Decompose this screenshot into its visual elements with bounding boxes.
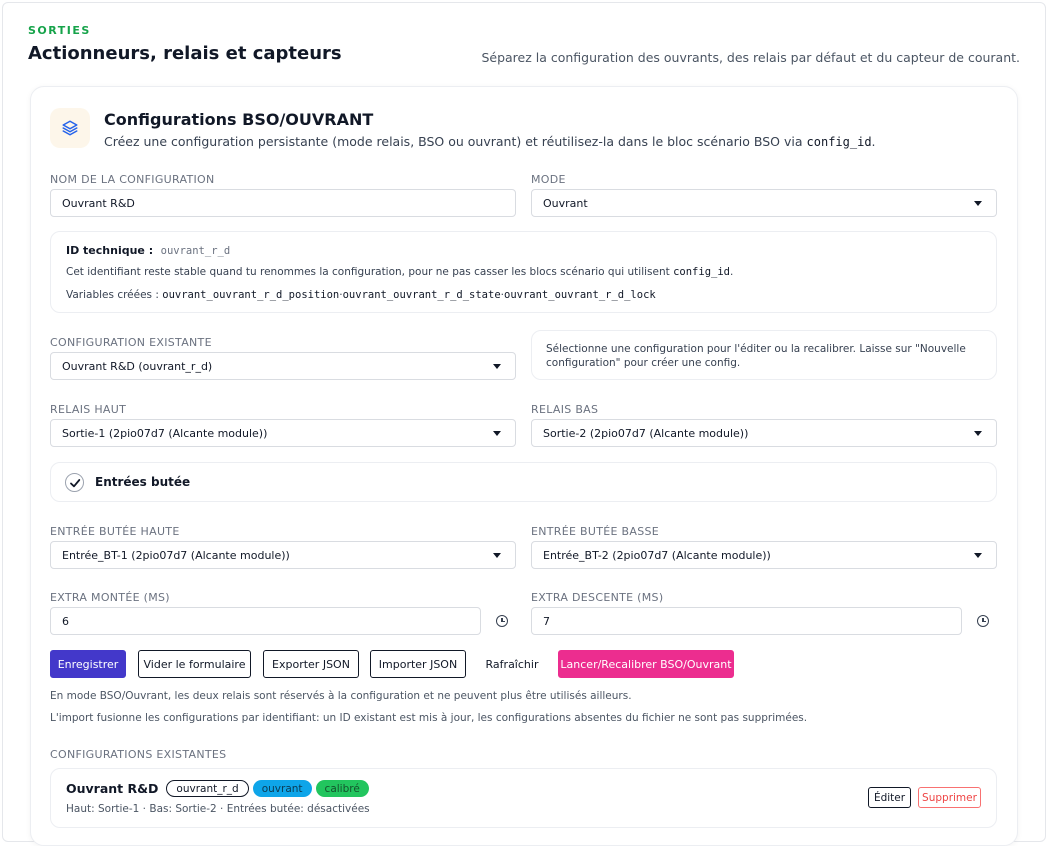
- existing-config-select[interactable]: Ouvrant R&D (ouvrant_r_d): [50, 352, 516, 380]
- tech-id-note: Cet identifiant reste stable quand tu re…: [66, 266, 733, 278]
- clear-form-button[interactable]: Vider le formulaire: [138, 650, 251, 678]
- tech-id-value: ouvrant_r_d: [160, 245, 231, 257]
- chevron-down-icon: [974, 553, 982, 558]
- clock-icon[interactable]: [977, 615, 989, 627]
- variables-row: Variables créées : ouvrant_ouvrant_r_d_p…: [66, 289, 656, 301]
- export-json-button[interactable]: Exporter JSON: [263, 650, 359, 678]
- section-description: Séparez la configuration des ouvrants, d…: [481, 50, 1020, 65]
- delete-button[interactable]: Supprimer: [918, 787, 981, 808]
- edit-button[interactable]: Éditer: [868, 787, 911, 808]
- config-item-details: Haut: Sortie-1 · Bas: Sortie-2 · Entrées…: [66, 803, 370, 815]
- relay-down-select[interactable]: Sortie-2 (2pio07d7 (Alcante module)): [531, 419, 997, 447]
- relay-down-value: Sortie-2 (2pio07d7 (Alcante module)): [543, 426, 749, 440]
- card-subtitle-end: .: [871, 134, 876, 149]
- tech-id-label: ID technique :: [66, 244, 154, 257]
- variables-label: Variables créées :: [66, 289, 159, 301]
- existing-config-value: Ouvrant R&D (ouvrant_r_d): [62, 359, 213, 373]
- existing-config-label: CONFIGURATION EXISTANTE: [50, 336, 212, 349]
- limit-down-value: Entrée_BT-2 (2pio07d7 (Alcante module)): [543, 548, 771, 562]
- relay-down-label: RELAIS BAS: [531, 403, 599, 416]
- existing-list-label: CONFIGURATIONS EXISTANTES: [50, 748, 227, 761]
- tech-id-row: ID technique : ouvrant_r_d: [66, 244, 230, 257]
- mode-select[interactable]: Ouvrant: [531, 189, 997, 217]
- chevron-down-icon: [974, 431, 982, 436]
- limit-up-value: Entrée_BT-1 (2pio07d7 (Alcante module)): [62, 548, 290, 562]
- import-json-button[interactable]: Importer JSON: [370, 650, 466, 678]
- variable-position: ouvrant_ouvrant_r_d_position: [162, 289, 340, 301]
- existing-config-help: Sélectionne une configuration pour l'édi…: [546, 343, 966, 369]
- limit-down-select[interactable]: Entrée_BT-2 (2pio07d7 (Alcante module)): [531, 541, 997, 569]
- mode-tag: ouvrant: [252, 780, 312, 797]
- section-tag: SORTIES: [28, 24, 91, 37]
- extra-up-input[interactable]: 6: [50, 607, 481, 635]
- relay-up-value: Sortie-1 (2pio07d7 (Alcante module)): [62, 426, 268, 440]
- config-item-name: Ouvrant R&D: [66, 781, 159, 796]
- card-subtitle-code: config_id: [806, 135, 872, 149]
- save-button[interactable]: Enregistrer: [50, 650, 126, 678]
- clock-icon[interactable]: [496, 615, 508, 627]
- config-id-tag: ouvrant_r_d: [166, 780, 249, 797]
- tech-id-note-end: .: [730, 266, 734, 278]
- config-item-header: Ouvrant R&D ouvrant_r_d ouvrant calibré: [66, 780, 369, 797]
- import-merge-note: L'import fusionne les configurations par…: [50, 712, 808, 724]
- list-item: [50, 768, 997, 828]
- relay-up-select[interactable]: Sortie-1 (2pio07d7 (Alcante module)): [50, 419, 516, 447]
- config-name-input[interactable]: Ouvrant R&D: [50, 189, 516, 217]
- limit-up-label: ENTRÉE BUTÉE HAUTE: [50, 525, 180, 538]
- calibrate-button[interactable]: Lancer/Recalibrer BSO/Ouvrant: [558, 650, 734, 678]
- check-icon: [69, 478, 80, 487]
- chevron-down-icon: [493, 553, 501, 558]
- extra-up-value: 6: [62, 614, 69, 628]
- chevron-down-icon: [493, 364, 501, 369]
- section-title: Actionneurs, relais et capteurs: [28, 43, 342, 64]
- extra-down-input[interactable]: 7: [531, 607, 962, 635]
- card-title: Configurations BSO/OUVRANT: [104, 110, 374, 129]
- extra-down-label: EXTRA DESCENTE (MS): [531, 591, 664, 604]
- tech-id-note-code: config_id: [673, 266, 730, 278]
- extra-down-value: 7: [543, 614, 550, 628]
- mode-label: MODE: [531, 173, 566, 186]
- variable-state: ouvrant_ouvrant_r_d_state: [342, 289, 501, 301]
- relay-reserved-note: En mode BSO/Ouvrant, les deux relais son…: [50, 690, 632, 702]
- chevron-down-icon: [974, 201, 982, 206]
- limit-up-select[interactable]: Entrée_BT-1 (2pio07d7 (Alcante module)): [50, 541, 516, 569]
- config-name-value: Ouvrant R&D: [62, 196, 135, 210]
- limit-inputs-box: [50, 462, 997, 502]
- card-subtitle-text: Créez une configuration persistante (mod…: [104, 134, 803, 149]
- status-badge: calibré: [315, 780, 369, 797]
- refresh-button[interactable]: Rafraîchir: [478, 650, 546, 678]
- config-name-label: NOM DE LA CONFIGURATION: [50, 173, 215, 186]
- limit-inputs-label[interactable]: Entrées butée: [95, 475, 190, 489]
- extra-up-label: EXTRA MONTÉE (MS): [50, 591, 170, 604]
- relay-up-label: RELAIS HAUT: [50, 403, 127, 416]
- variable-lock: ouvrant_ouvrant_r_d_lock: [504, 289, 656, 301]
- card-subtitle: Créez une configuration persistante (mod…: [104, 134, 876, 149]
- chevron-down-icon: [493, 431, 501, 436]
- limit-inputs-checkbox[interactable]: [65, 473, 84, 492]
- tech-id-note-text: Cet identifiant reste stable quand tu re…: [66, 266, 670, 278]
- limit-down-label: ENTRÉE BUTÉE BASSE: [531, 525, 660, 538]
- mode-value: Ouvrant: [543, 196, 588, 210]
- layers-icon: [50, 108, 90, 148]
